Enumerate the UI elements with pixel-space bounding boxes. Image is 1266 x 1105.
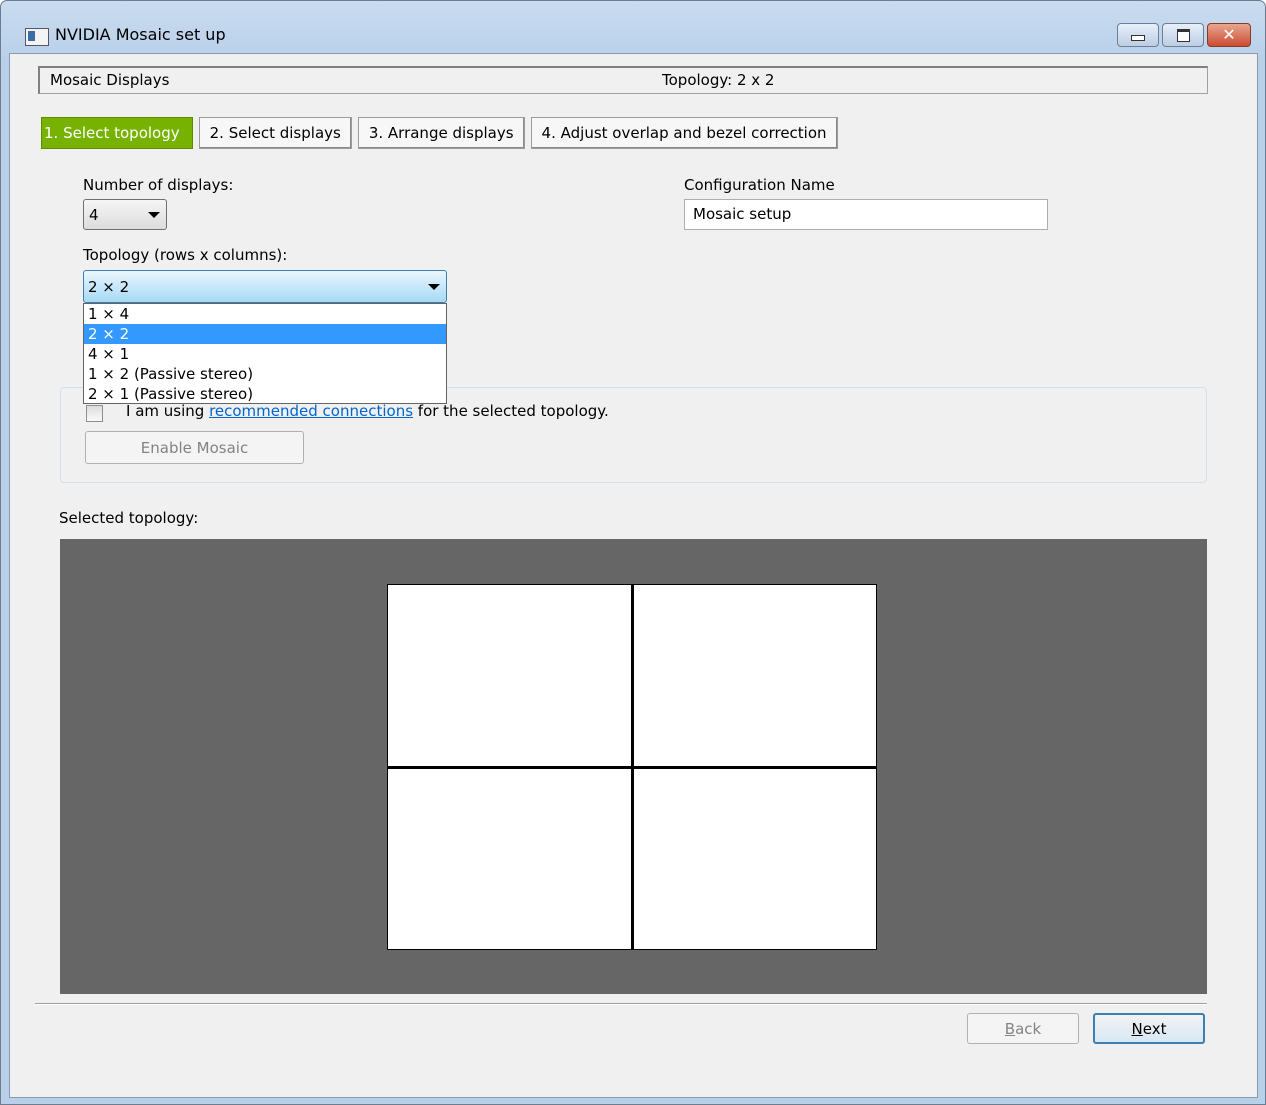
config-name-input[interactable]: Mosaic setup [684,199,1048,230]
topology-label: Topology (rows x columns): [83,246,288,264]
topology-dropdown-list: 1 × 4 2 × 2 4 × 1 1 × 2 (Passive stereo)… [83,303,447,404]
enable-mosaic-button[interactable]: Enable Mosaic [85,431,304,464]
displays-label: Number of displays: [83,176,234,194]
app-icon [25,28,49,46]
tab-select-topology[interactable]: 1. Select topology [41,117,193,149]
display-grid [387,584,877,950]
config-name-label: Configuration Name [684,176,835,194]
topology-preview [60,539,1207,994]
header-mosaic-displays: Mosaic Displays [50,71,170,89]
header-topology: Topology: 2 x 2 [662,71,775,89]
tab-adjust-overlap[interactable]: 4. Adjust overlap and bezel correction [530,117,838,149]
topology-option[interactable]: 2 × 1 (Passive stereo) [84,384,446,404]
next-button[interactable]: Next [1093,1013,1205,1044]
displays-count-select[interactable]: 4 [83,199,167,230]
connections-prefix: I am using [126,402,210,420]
back-label-rest: ack [1015,1019,1042,1038]
next-label-rest: ext [1142,1019,1167,1038]
wizard-tabs: 1. Select topology 2. Select displays 3.… [41,117,844,149]
status-header: Mosaic Displays Topology: 2 x 2 [38,66,1208,94]
next-accel: N [1131,1019,1143,1038]
display-tile [633,768,876,949]
chevron-down-icon [428,284,440,290]
client-area: Mosaic Displays Topology: 2 x 2 1. Selec… [9,53,1258,1098]
topology-option[interactable]: 4 × 1 [84,344,446,364]
selected-topology-label: Selected topology: [59,509,199,527]
back-accel: B [1004,1019,1016,1038]
minimize-button[interactable] [1117,23,1159,47]
tab-arrange-displays[interactable]: 3. Arrange displays [357,117,525,149]
window-controls: ✕ [1117,23,1251,47]
topology-select[interactable]: 2 × 2 [83,270,447,303]
recommended-connections-text: I am using recommended connections for t… [126,402,609,420]
connections-suffix: for the selected topology. [413,402,609,420]
title-bar[interactable]: NVIDIA Mosaic set up ✕ [1,1,1265,53]
topology-value: 2 × 2 [88,278,130,296]
display-tile [388,768,631,949]
topology-option[interactable]: 1 × 4 [84,304,446,324]
divider [35,1003,1207,1005]
mosaic-setup-window: NVIDIA Mosaic set up ✕ Mosaic Displays T… [0,0,1266,1105]
topology-option-selected[interactable]: 2 × 2 [84,324,446,344]
maximize-button[interactable] [1162,23,1204,47]
back-button[interactable]: Back [967,1013,1079,1044]
window-title: NVIDIA Mosaic set up [55,25,226,44]
displays-count-value: 4 [89,206,99,224]
tab-select-displays[interactable]: 2. Select displays [198,117,352,149]
display-tile [388,585,631,766]
display-tile [633,585,876,766]
recommended-connections-checkbox[interactable] [86,405,103,422]
close-icon: ✕ [1222,25,1236,44]
minimize-icon [1131,35,1145,41]
topology-option[interactable]: 1 × 2 (Passive stereo) [84,364,446,384]
close-button[interactable]: ✕ [1207,23,1251,47]
maximize-icon [1176,28,1190,42]
recommended-connections-link[interactable]: recommended connections [209,402,413,420]
chevron-down-icon [148,212,160,218]
